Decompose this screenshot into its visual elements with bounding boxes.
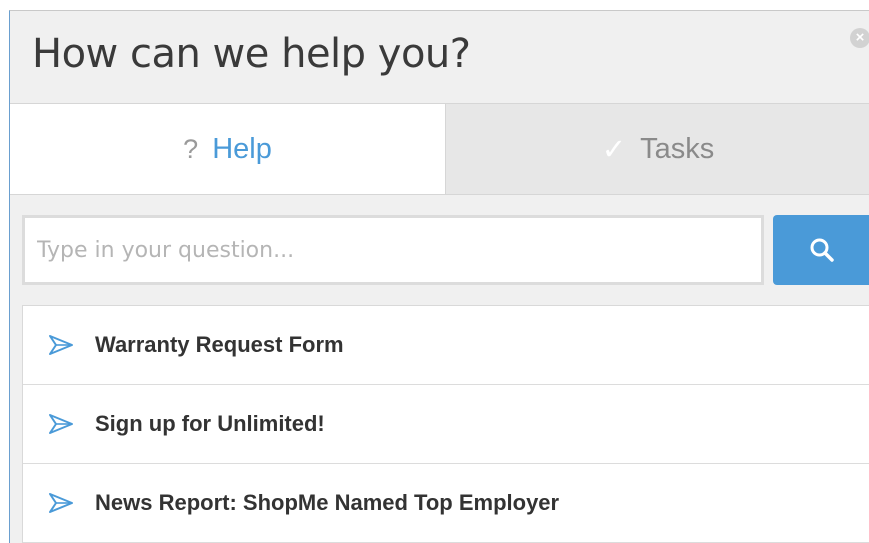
tab-tasks[interactable]: ✓ Tasks [446,104,869,194]
list-item[interactable]: Warranty Request Form [23,306,869,385]
panel-header: How can we help you? × [10,11,869,104]
tab-help-label: Help [212,132,272,165]
tab-tasks-label: Tasks [640,132,715,165]
list-item-label: Sign up for Unlimited! [95,411,325,436]
paper-plane-icon [49,493,73,513]
question-mark-icon: ? [183,133,199,164]
magnifier-icon [810,238,834,262]
background-page-fragment [0,0,869,10]
paper-plane-icon [49,414,73,434]
list-item-label: Warranty Request Form [95,332,344,357]
panel-title: How can we help you? [32,31,471,77]
paper-plane-icon [49,335,73,355]
list-item-label: News Report: ShopMe Named Top Employer [95,490,560,515]
tab-help[interactable]: ? Help [10,104,446,194]
list-item[interactable]: Sign up for Unlimited! [23,385,869,464]
search-button[interactable] [773,215,869,285]
list-item[interactable]: News Report: ShopMe Named Top Employer [23,464,869,543]
close-icon[interactable]: × [850,28,869,48]
help-widget-screen: How can we help you? × ? Help ✓ Tasks Ty… [0,0,869,543]
tab-bar: ? Help ✓ Tasks [10,104,869,195]
search-input[interactable] [22,215,764,285]
checkmark-icon: ✓ [601,133,627,166]
search-section: Warranty Request Form Sign up for Unlimi… [10,195,869,543]
help-panel: How can we help you? × ? Help ✓ Tasks Ty… [9,10,869,543]
results-list: Warranty Request Form Sign up for Unlimi… [22,305,869,543]
